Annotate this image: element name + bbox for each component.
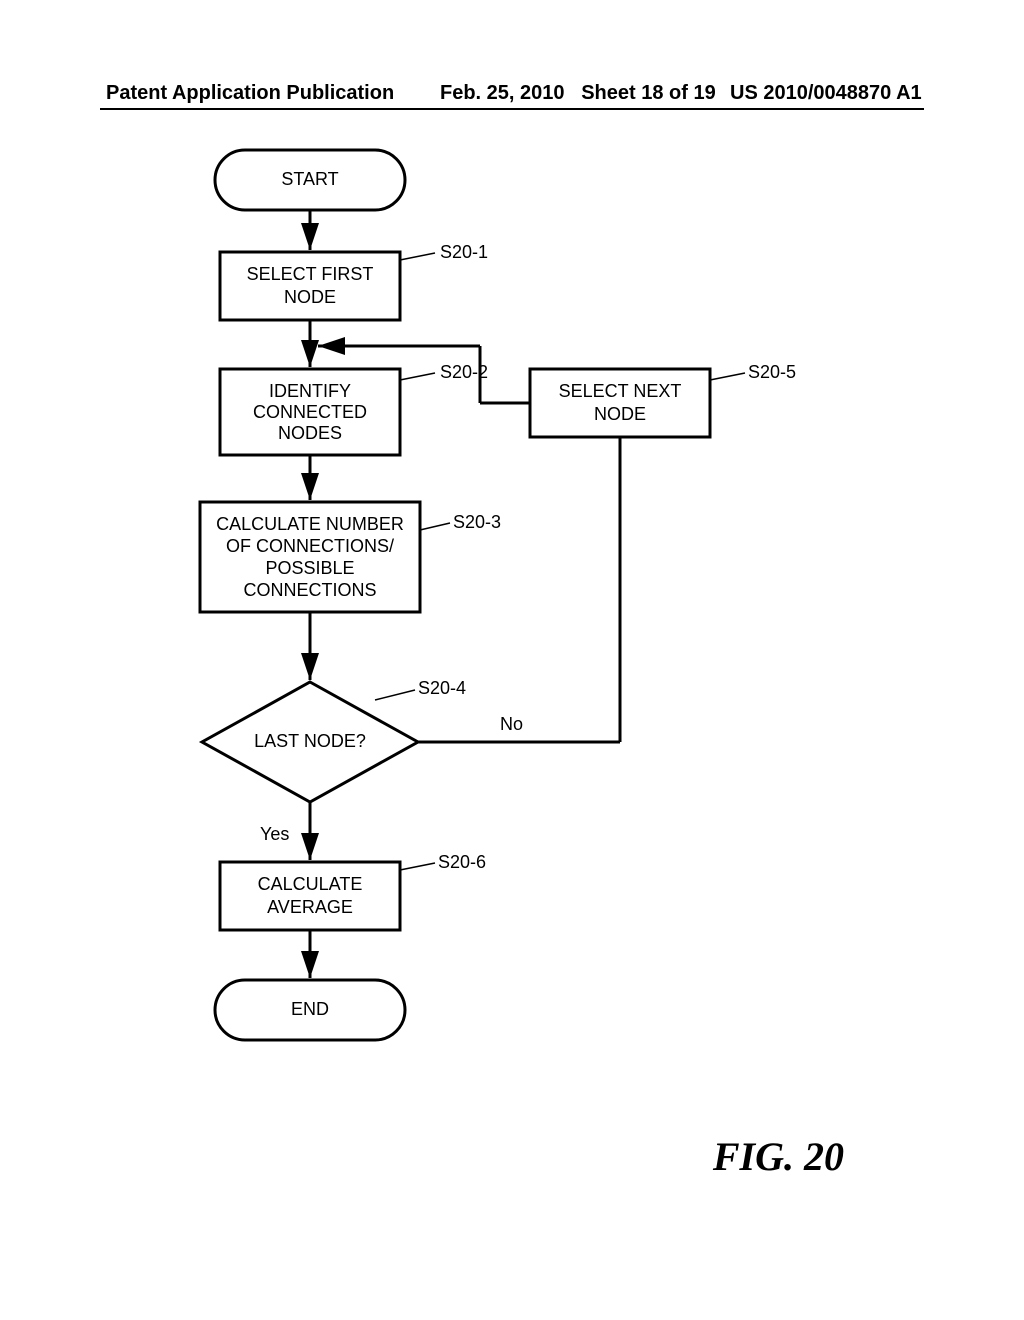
step-calculate-connections: CALCULATE NUMBER OF CONNECTIONS/ POSSIBL…	[200, 502, 420, 612]
step5-line1: SELECT NEXT	[559, 381, 682, 401]
start-node: START	[215, 150, 405, 210]
header-date: Feb. 25, 2010	[440, 82, 565, 104]
step3-line2: OF CONNECTIONS/	[226, 536, 394, 556]
step2-line3: NODES	[278, 423, 342, 443]
step5-label: S20-5	[748, 362, 796, 382]
leader-line	[400, 863, 435, 870]
step6-line1: CALCULATE	[258, 874, 363, 894]
figure-caption: FIG. 20	[713, 1133, 844, 1180]
step5-line2: NODE	[594, 404, 646, 424]
header-date-sheet: Feb. 25, 2010 Sheet 18 of 19	[440, 82, 716, 105]
no-label: No	[500, 714, 523, 734]
end-text: END	[291, 999, 329, 1019]
step1-line2: NODE	[284, 287, 336, 307]
step3-label: S20-3	[453, 512, 501, 532]
step2-line2: CONNECTED	[253, 402, 367, 422]
step-select-next-node: SELECT NEXT NODE	[530, 369, 710, 437]
leader-line	[710, 373, 745, 380]
decision-label: S20-4	[418, 678, 466, 698]
flowchart: START SELECT FIRST NODE S20-1 IDENTIFY C…	[150, 140, 880, 1060]
leader-line	[400, 253, 435, 260]
yes-label: Yes	[260, 824, 289, 844]
header-docnum: US 2010/0048870 A1	[730, 82, 922, 105]
step3-line4: CONNECTIONS	[243, 580, 376, 600]
decision-text: LAST NODE?	[254, 731, 366, 751]
header-publication: Patent Application Publication	[106, 82, 394, 105]
step2-line1: IDENTIFY	[269, 381, 351, 401]
step6-label: S20-6	[438, 852, 486, 872]
start-text: START	[281, 169, 338, 189]
step-identify-connected-nodes: IDENTIFY CONNECTED NODES	[220, 369, 400, 455]
header-rule	[100, 108, 924, 110]
decision-last-node: LAST NODE?	[202, 682, 418, 802]
step3-line3: POSSIBLE	[265, 558, 354, 578]
step1-line1: SELECT FIRST	[247, 264, 374, 284]
leader-line	[400, 373, 435, 380]
step1-label: S20-1	[440, 242, 488, 262]
step-calculate-average: CALCULATE AVERAGE	[220, 862, 400, 930]
step6-line2: AVERAGE	[267, 897, 353, 917]
leader-line	[375, 690, 415, 700]
leader-line	[420, 523, 450, 530]
step3-line1: CALCULATE NUMBER	[216, 514, 404, 534]
end-node: END	[215, 980, 405, 1040]
header-sheet: Sheet 18 of 19	[581, 82, 716, 104]
step-select-first-node: SELECT FIRST NODE	[220, 252, 400, 320]
